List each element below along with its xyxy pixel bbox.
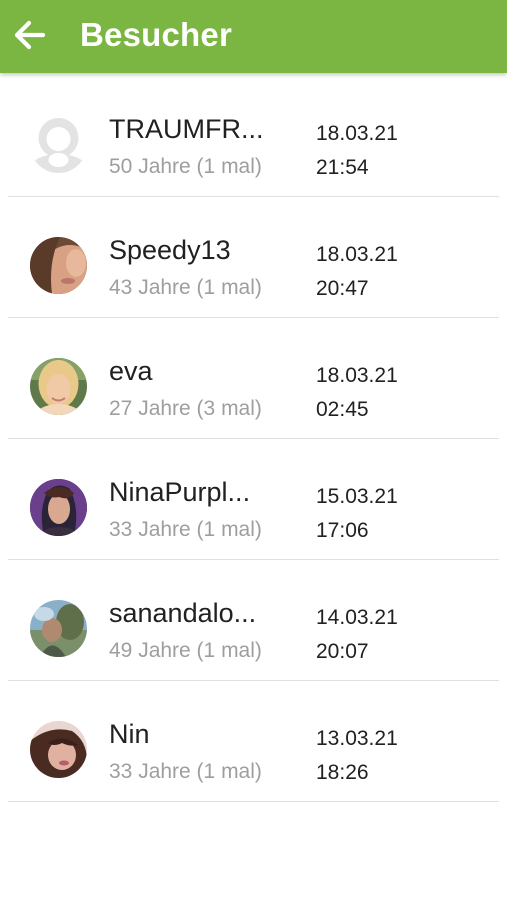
avatar[interactable] <box>30 600 87 657</box>
visitor-age-visits: 27 Jahre (3 mal) <box>109 397 262 420</box>
avatar[interactable] <box>30 479 87 536</box>
visitors-screen: Besucher TRAUMFR... 50 Jahre (1 mal) 18.… <box>0 0 507 900</box>
profile-photo <box>30 358 87 415</box>
profile-photo <box>30 721 87 778</box>
visitor-age-visits: 50 Jahre (1 mal) <box>109 155 262 178</box>
visitor-row[interactable]: Nin 33 Jahre (1 mal) 13.03.21 18:26 <box>0 681 507 802</box>
app-bar: Besucher <box>0 0 507 73</box>
page-title: Besucher <box>80 16 233 53</box>
row-divider <box>8 801 499 802</box>
avatar[interactable] <box>30 237 87 294</box>
visitor-age-visits: 43 Jahre (1 mal) <box>109 276 262 299</box>
visit-time: 18:26 <box>316 761 369 784</box>
visit-date: 14.03.21 <box>316 606 398 629</box>
visit-date: 18.03.21 <box>316 364 398 387</box>
visit-date: 13.03.21 <box>316 727 398 750</box>
avatar[interactable] <box>30 358 87 415</box>
visitor-name[interactable]: Nin <box>109 718 150 750</box>
visitor-name[interactable]: NinaPurpl... <box>109 476 250 508</box>
visitor-name[interactable]: Speedy13 <box>109 234 231 266</box>
visitor-name[interactable]: TRAUMFR... <box>109 113 264 145</box>
visit-time: 21:54 <box>316 156 369 179</box>
visit-date: 18.03.21 <box>316 243 398 266</box>
visit-time: 20:47 <box>316 277 369 300</box>
back-button[interactable] <box>8 10 52 60</box>
visitor-age-visits: 33 Jahre (1 mal) <box>109 518 262 541</box>
visitor-name[interactable]: eva <box>109 355 153 387</box>
visitor-row[interactable]: TRAUMFR... 50 Jahre (1 mal) 18.03.21 21:… <box>0 76 507 197</box>
visit-time: 17:06 <box>316 519 369 542</box>
profile-photo <box>30 479 87 536</box>
visitor-row[interactable]: sanandalo... 49 Jahre (1 mal) 14.03.21 2… <box>0 560 507 681</box>
visitor-row[interactable]: Speedy13 43 Jahre (1 mal) 18.03.21 20:47 <box>0 197 507 318</box>
profile-photo <box>30 600 87 657</box>
visitor-age-visits: 49 Jahre (1 mal) <box>109 639 262 662</box>
user-placeholder-icon <box>30 116 87 173</box>
visitor-name[interactable]: sanandalo... <box>109 597 256 629</box>
avatar-placeholder[interactable] <box>30 116 87 173</box>
visitor-row[interactable]: NinaPurpl... 33 Jahre (1 mal) 15.03.21 1… <box>0 439 507 560</box>
visit-date: 18.03.21 <box>316 122 398 145</box>
profile-photo <box>30 237 87 294</box>
visit-time: 20:07 <box>316 640 369 663</box>
visitor-row[interactable]: eva 27 Jahre (3 mal) 18.03.21 02:45 <box>0 318 507 439</box>
avatar[interactable] <box>30 721 87 778</box>
visit-date: 15.03.21 <box>316 485 398 508</box>
arrow-left-icon <box>14 20 46 50</box>
visit-time: 02:45 <box>316 398 369 421</box>
visitor-list: TRAUMFR... 50 Jahre (1 mal) 18.03.21 21:… <box>0 76 507 802</box>
visitor-age-visits: 33 Jahre (1 mal) <box>109 760 262 783</box>
